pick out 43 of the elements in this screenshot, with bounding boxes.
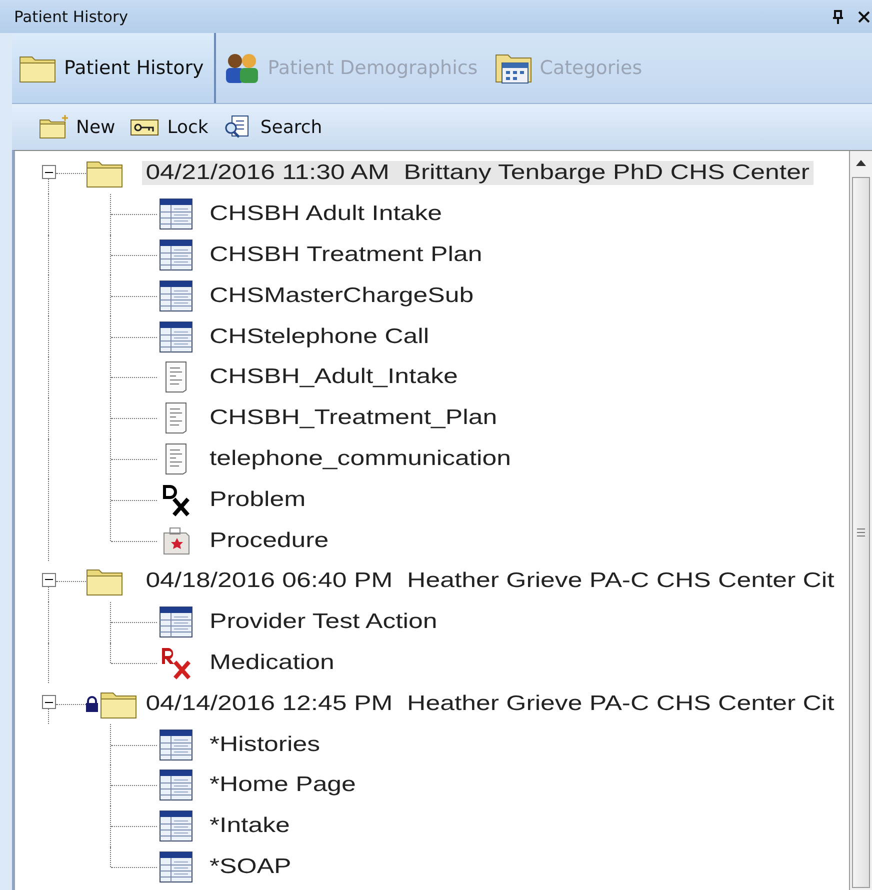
tree-item[interactable]: Medication [207,650,337,675]
close-icon[interactable] [858,10,870,22]
tree-item[interactable]: Procedure [207,528,332,553]
collapse-toggle[interactable] [42,695,56,710]
form-icon [159,728,193,761]
form-icon [159,280,193,312]
rx-icon [159,646,193,680]
tree-item[interactable]: *Histories [207,732,322,757]
tree-item[interactable]: CHSBH_Adult_Intake [207,365,460,390]
tree-item[interactable]: CHSMasterChargeSub [207,284,476,308]
form-icon [159,850,193,883]
pin-icon[interactable] [832,10,844,24]
form-icon [159,320,193,353]
tree-item[interactable]: CHSBH_Treatment_Plan [207,406,500,430]
toolbar-button[interactable]: New [34,112,120,142]
dx-icon [160,482,192,517]
collapse-toggle[interactable] [42,165,56,179]
tree-item[interactable]: *Intake [207,814,292,838]
tab[interactable]: Patient History [12,33,216,103]
toolbar-button[interactable]: Lock [125,112,212,142]
collapse-toggle[interactable] [42,572,56,587]
tree-item[interactable]: CHStelephone Call [207,324,432,349]
tree-item[interactable]: *Home Page [207,773,358,798]
tree-item[interactable]: CHSBH Adult Intake [207,202,444,226]
grip-icon [857,528,865,537]
scroll-up-icon[interactable] [856,160,866,166]
new-folder-icon [38,114,70,140]
form-icon [159,810,193,842]
visit-entry[interactable]: 04/21/2016 11:30 AM Brittany Tenbarge PhD CHS Center [142,161,814,186]
tree-item[interactable]: Problem [207,488,308,512]
panel-title: Patient History [14,8,128,26]
form-icon [159,769,193,802]
tree-item[interactable]: telephone_communication [207,446,514,471]
form-icon [159,198,193,230]
tree-item[interactable]: *SOAP [207,854,294,879]
toolbar-button[interactable]: Search [218,112,326,142]
tree-item[interactable]: CHSBH Treatment Plan [207,242,485,267]
form-icon [159,238,193,271]
visit-entry[interactable]: 04/14/2016 12:45 PM Heather Grieve PA-C CHS Center Cit [142,692,838,716]
scrollbar[interactable] [849,151,872,890]
form-icon [159,606,193,638]
visit-entry[interactable]: 04/18/2016 06:40 PM Heather Grieve PA-C CHS Center Cit [142,569,838,594]
tree-item[interactable]: Provider Test Action [207,610,440,634]
